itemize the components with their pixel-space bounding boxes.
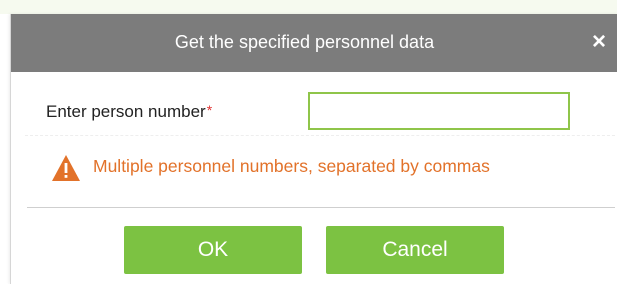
person-number-label-text: Enter person number bbox=[46, 102, 206, 121]
ok-button[interactable]: OK bbox=[124, 226, 302, 274]
dialog-title-bar: Get the specified personnel data × bbox=[11, 14, 617, 72]
hint-text: Multiple personnel numbers, separated by… bbox=[93, 156, 490, 176]
dialog-title: Get the specified personnel data bbox=[174, 32, 435, 52]
footer-divider bbox=[27, 207, 615, 208]
personnel-dialog: Get the specified personnel data × Enter… bbox=[10, 14, 617, 284]
close-icon[interactable]: × bbox=[590, 28, 608, 56]
required-marker: * bbox=[206, 102, 213, 118]
background-smudge bbox=[0, 0, 617, 14]
person-number-label: Enter person number* bbox=[46, 102, 212, 122]
row-separator bbox=[25, 135, 617, 137]
warning-icon bbox=[52, 155, 80, 181]
cancel-button[interactable]: Cancel bbox=[326, 226, 504, 274]
person-number-input[interactable] bbox=[308, 92, 570, 130]
